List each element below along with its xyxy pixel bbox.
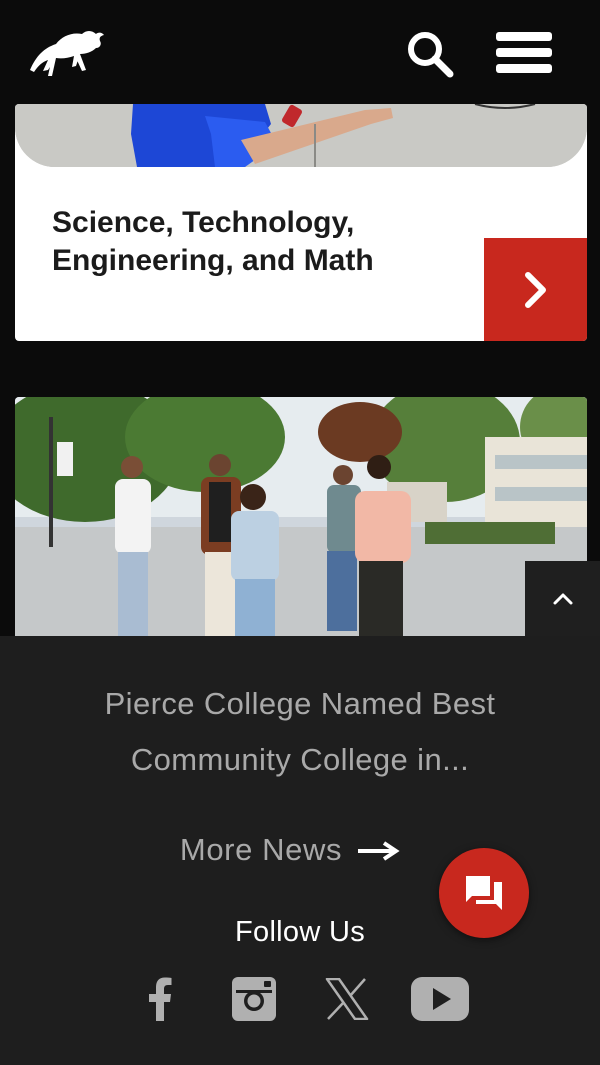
facebook-link[interactable] (138, 976, 182, 1022)
program-card-title: Science, Technology, Engineering, and Ma… (52, 206, 374, 277)
news-photo[interactable] (15, 397, 587, 637)
instagram-icon (232, 977, 276, 1021)
arrow-right-icon (356, 832, 400, 872)
x-icon (325, 978, 369, 1020)
youtube-icon (411, 977, 469, 1021)
news-headline-link[interactable]: Pierce College Named Best Community Coll… (40, 676, 560, 788)
hamburger-menu-icon (496, 32, 552, 73)
search-icon (408, 32, 454, 78)
program-card-stem[interactable]: Science, Technology, Engineering, and Ma… (15, 104, 587, 341)
back-to-top-button[interactable] (525, 561, 600, 636)
x-link[interactable] (324, 976, 370, 1022)
chat-button[interactable] (439, 848, 529, 938)
chat-icon (466, 876, 502, 910)
more-news-label: More News (179, 832, 343, 867)
program-card-open-button[interactable] (484, 238, 587, 341)
chevron-up-icon (553, 593, 572, 604)
instagram-link[interactable] (230, 976, 278, 1022)
chevron-right-icon (524, 271, 546, 308)
search-button[interactable] (404, 28, 456, 80)
site-header (0, 0, 600, 104)
menu-button[interactable] (494, 30, 556, 76)
youtube-link[interactable] (410, 976, 470, 1022)
program-card-image (15, 104, 587, 167)
news-panel: Pierce College Named Best Community Coll… (0, 636, 600, 1065)
facebook-icon (149, 977, 172, 1021)
buffalo-logo-icon[interactable] (26, 26, 106, 80)
